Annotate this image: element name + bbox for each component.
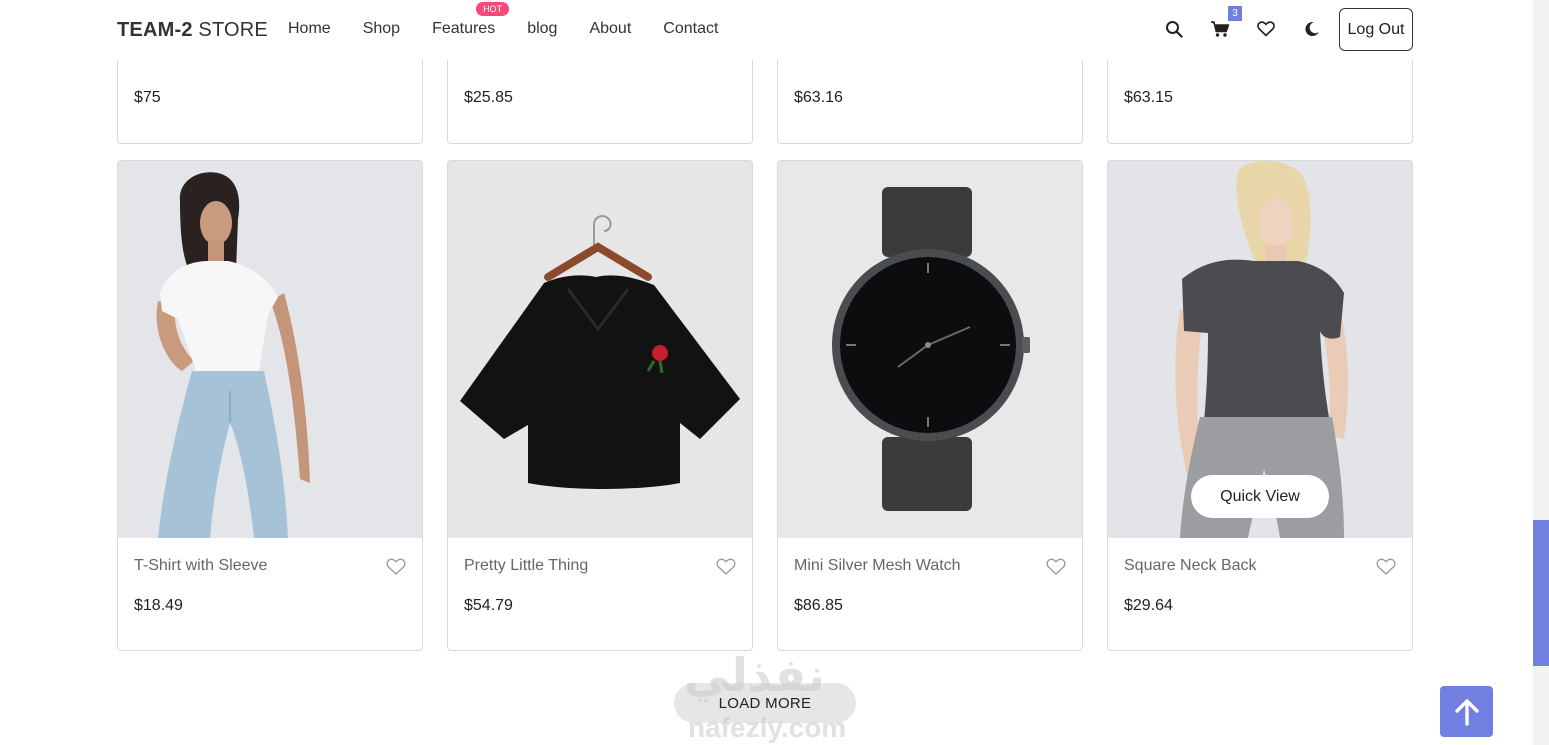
nav-home[interactable]: Home [288, 20, 331, 38]
wishlist-heart-icon[interactable] [1252, 16, 1280, 42]
hot-badge: HOT [476, 2, 510, 16]
product-price: $29.64 [1124, 597, 1173, 614]
product-name[interactable]: T-Shirt with Sleeve [134, 557, 267, 575]
add-to-wishlist-heart-icon[interactable] [386, 558, 406, 576]
product-price: $86.85 [794, 597, 843, 614]
site-header: TEAM-2 STORE Home Shop Features HOT blog… [0, 0, 1533, 60]
product-card[interactable]: T-Shirt with Sleeve $18.49 [117, 160, 423, 651]
product-image-woman-white-tshirt[interactable] [118, 161, 422, 538]
load-more-button[interactable]: LOAD MORE [674, 683, 856, 723]
product-name[interactable]: Square Neck Back [1124, 557, 1257, 575]
product-card[interactable]: Mini Silver Mesh Watch $86.85 [777, 160, 1083, 651]
page-scrollbar[interactable] [1533, 0, 1549, 745]
product-image-black-crop-top[interactable] [448, 161, 752, 538]
product-price: $75 [134, 89, 161, 106]
product-card[interactable]: Quick View Square Neck Back $29.64 [1107, 160, 1413, 651]
nav-contact[interactable]: Contact [663, 20, 718, 38]
nav-features-label: Features [432, 20, 496, 37]
add-to-wishlist-heart-icon[interactable] [1376, 558, 1396, 576]
product-price: $63.16 [794, 89, 843, 106]
header-icons: 3 [1160, 6, 1344, 42]
cart-count-badge: 3 [1228, 6, 1242, 21]
nav-features[interactable]: Features HOT [432, 2, 510, 38]
product-image-mesh-watch[interactable] [778, 161, 1082, 538]
brand-bold: TEAM-2 [117, 19, 193, 41]
product-name[interactable]: Mini Silver Mesh Watch [794, 557, 961, 575]
add-to-wishlist-heart-icon[interactable] [716, 558, 736, 576]
nav-about[interactable]: About [589, 20, 631, 38]
logout-button[interactable]: Log Out [1339, 8, 1413, 51]
main-nav: Home Shop Features HOT blog About Contac… [288, 2, 750, 38]
product-price: $25.85 [464, 89, 513, 106]
brand-logo[interactable]: TEAM-2 STORE [117, 19, 268, 42]
product-name[interactable]: Pretty Little Thing [464, 557, 588, 575]
arrow-up-icon [1454, 698, 1479, 726]
quick-view-button[interactable]: Quick View [1191, 475, 1329, 518]
dark-mode-moon-icon[interactable] [1298, 16, 1326, 42]
brand-rest: STORE [192, 19, 268, 41]
add-to-wishlist-heart-icon[interactable] [1046, 558, 1066, 576]
cart-icon[interactable]: 3 [1206, 6, 1242, 42]
nav-shop[interactable]: Shop [363, 20, 400, 38]
product-card[interactable]: Pretty Little Thing $54.79 [447, 160, 753, 651]
product-price: $18.49 [134, 597, 183, 614]
nav-blog[interactable]: blog [527, 20, 557, 38]
search-icon[interactable] [1160, 16, 1188, 42]
product-price: $54.79 [464, 597, 513, 614]
scroll-to-top-button[interactable] [1440, 686, 1493, 737]
scrollbar-thumb[interactable] [1533, 520, 1549, 666]
product-price: $63.15 [1124, 89, 1173, 106]
